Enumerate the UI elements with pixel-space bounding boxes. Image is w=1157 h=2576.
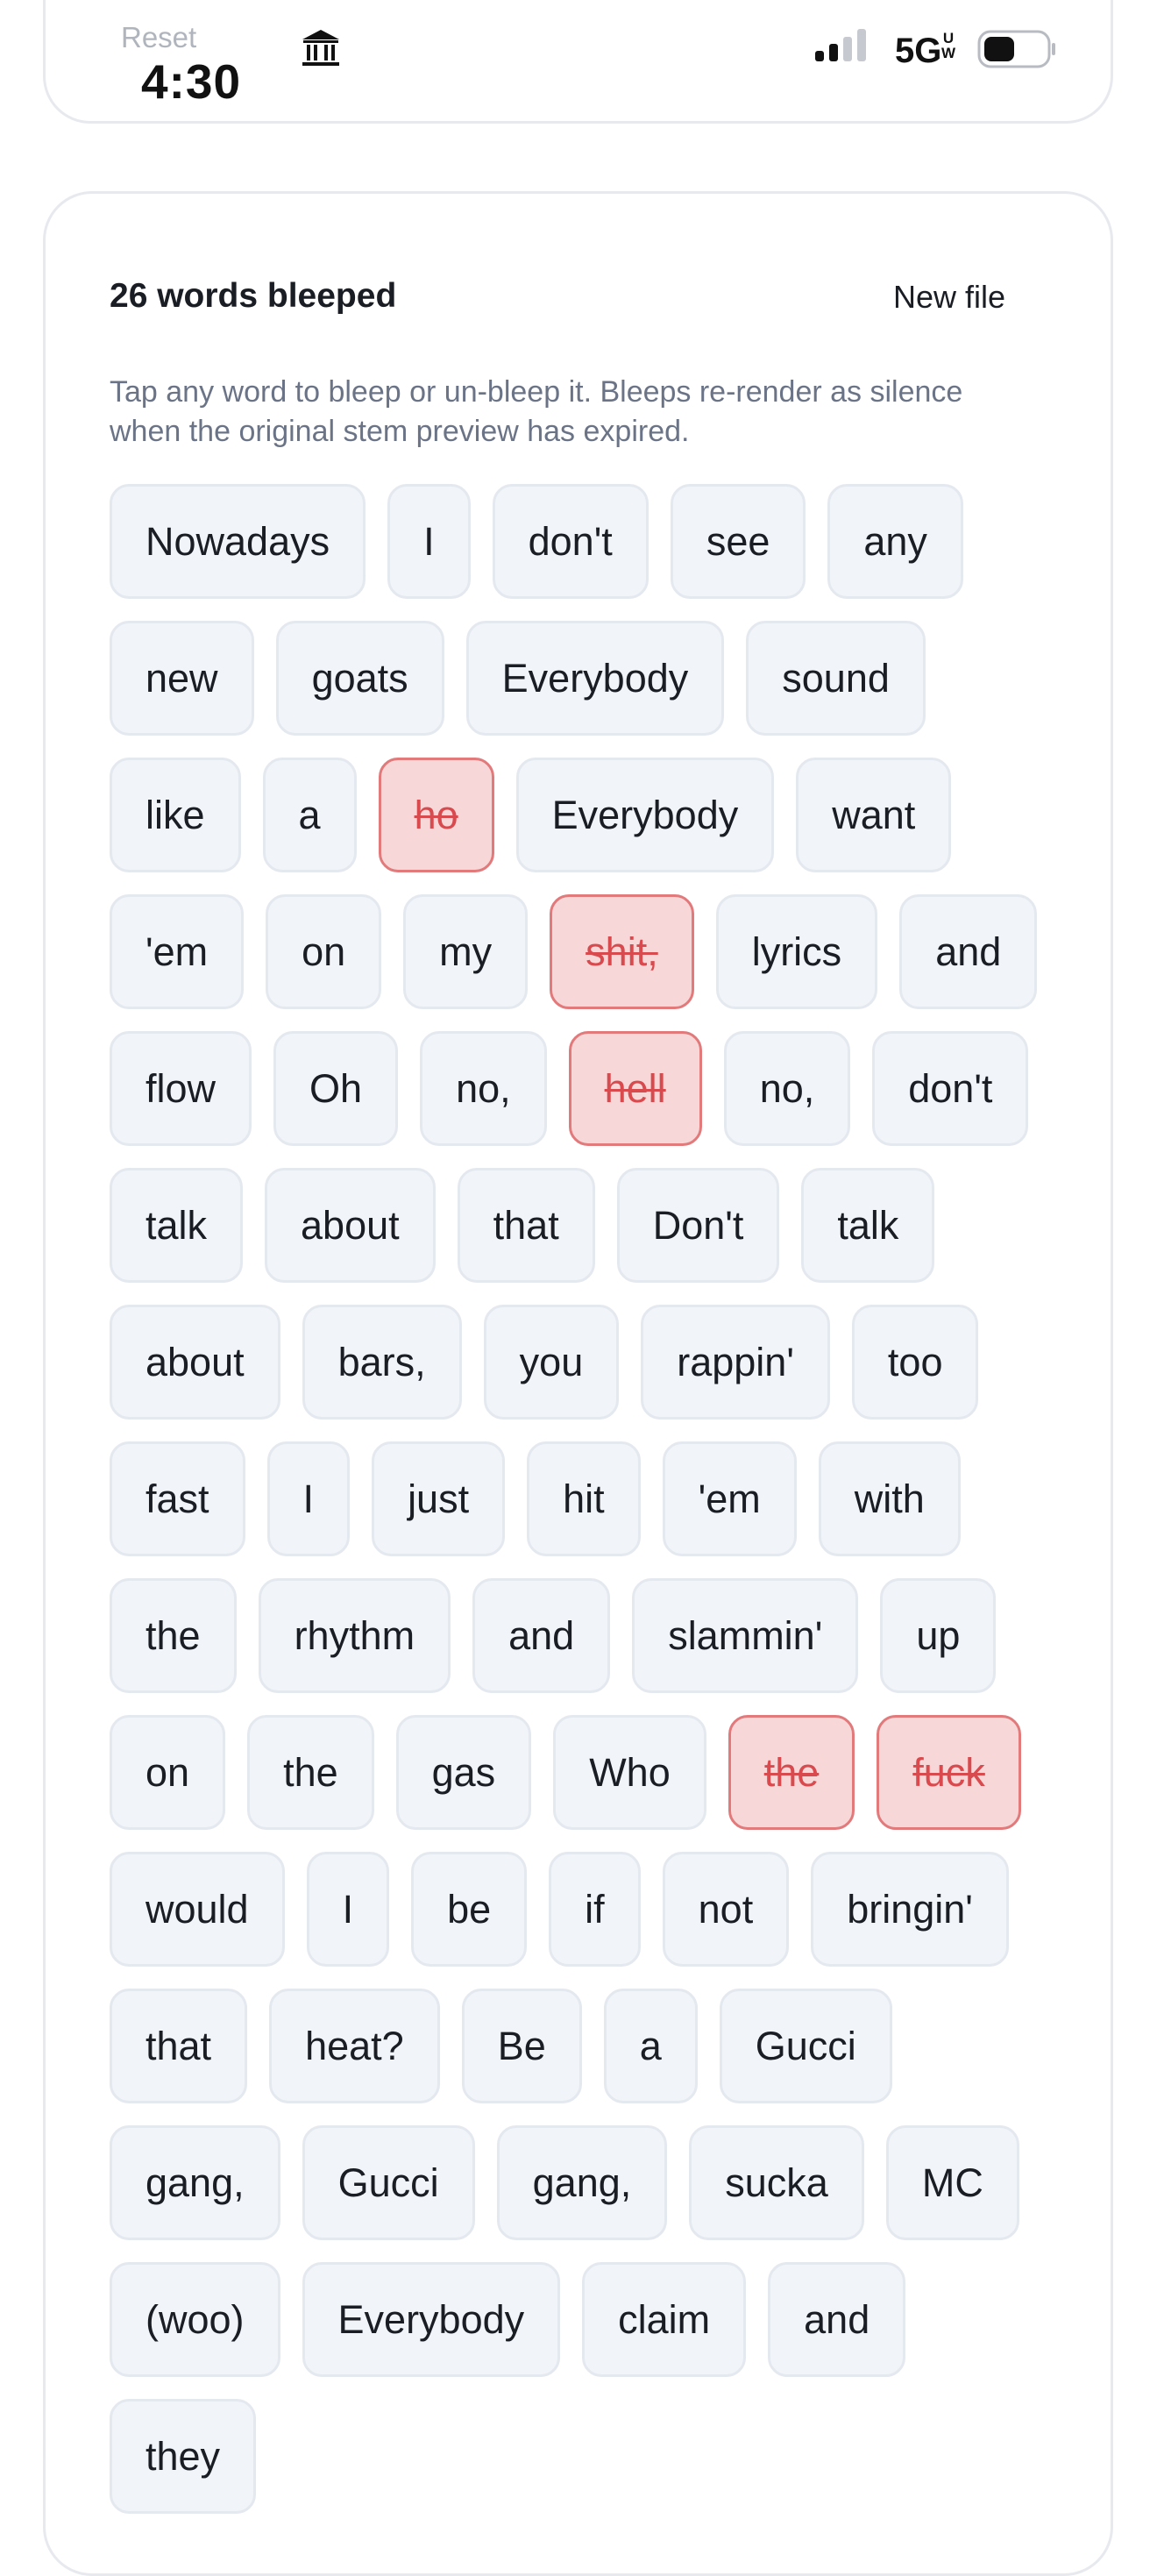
word-chip[interactable]: Who bbox=[553, 1715, 706, 1830]
word-chip[interactable]: see bbox=[670, 484, 806, 599]
word-chip[interactable]: MC bbox=[885, 2125, 1019, 2240]
word-chip[interactable]: want bbox=[796, 758, 952, 872]
word-chip[interactable]: any bbox=[827, 484, 963, 599]
word-chip[interactable]: too bbox=[851, 1305, 979, 1420]
word-chip[interactable]: Everybody bbox=[515, 758, 775, 872]
word-chip[interactable]: sound bbox=[746, 621, 926, 736]
word-chip[interactable]: claim bbox=[582, 2262, 747, 2377]
word-chip[interactable]: a bbox=[603, 1989, 698, 2103]
word-chip[interactable]: about bbox=[265, 1168, 436, 1283]
word-chip[interactable]: I bbox=[387, 484, 471, 599]
cellular-signal-icon bbox=[815, 29, 866, 61]
word-chip[interactable]: just bbox=[372, 1441, 506, 1556]
word-chip-bleeped[interactable]: fuck bbox=[877, 1715, 1021, 1830]
word-chip[interactable]: Everybody bbox=[302, 2262, 561, 2377]
reset-label[interactable]: Reset bbox=[121, 21, 196, 54]
word-chip-bleeped[interactable]: shit, bbox=[550, 894, 694, 1009]
word-chip[interactable]: Be bbox=[461, 1989, 582, 2103]
word-chip[interactable]: and bbox=[768, 2262, 906, 2377]
word-chip[interactable]: bringin' bbox=[811, 1852, 1009, 1967]
word-chip-bleeped[interactable]: the bbox=[728, 1715, 855, 1830]
word-chip[interactable]: about bbox=[110, 1305, 280, 1420]
new-file-button[interactable]: New file bbox=[893, 279, 1005, 316]
word-chip[interactable]: a bbox=[262, 758, 357, 872]
word-chip[interactable]: if bbox=[549, 1852, 641, 1967]
word-chip[interactable]: with bbox=[818, 1441, 961, 1556]
word-chip-bleeped[interactable]: hell bbox=[568, 1031, 702, 1146]
word-chip[interactable]: gang, bbox=[496, 2125, 668, 2240]
network-type-label: 5G bbox=[895, 32, 942, 70]
word-chip[interactable]: my bbox=[403, 894, 529, 1009]
word-chip[interactable]: that bbox=[457, 1168, 595, 1283]
word-chip[interactable]: bars, bbox=[302, 1305, 462, 1420]
network-badge-bottom: W bbox=[941, 45, 956, 61]
status-time: 4:30 bbox=[141, 54, 242, 109]
word-chip[interactable]: on bbox=[110, 1715, 226, 1830]
word-chip[interactable]: would bbox=[110, 1852, 285, 1967]
word-chip[interactable]: fast bbox=[110, 1441, 245, 1556]
bank-icon bbox=[302, 30, 339, 66]
status-bar: Reset 4:30 5G U W bbox=[43, 0, 1113, 124]
word-chip[interactable]: gang, bbox=[110, 2125, 280, 2240]
word-chip[interactable]: hit bbox=[527, 1441, 641, 1556]
word-chip[interactable]: be bbox=[411, 1852, 528, 1967]
word-chip[interactable]: that bbox=[110, 1989, 248, 2103]
word-chip[interactable]: on bbox=[266, 894, 382, 1009]
word-chip[interactable]: Oh bbox=[273, 1031, 399, 1146]
word-chip[interactable]: sucka bbox=[689, 2125, 864, 2240]
word-chip[interactable]: gas bbox=[395, 1715, 532, 1830]
word-chip[interactable]: you bbox=[483, 1305, 620, 1420]
word-chip[interactable]: flow bbox=[110, 1031, 252, 1146]
word-chip-bleeped[interactable]: ho bbox=[378, 758, 494, 872]
word-chip[interactable]: don't bbox=[492, 484, 649, 599]
bleep-editor-card: 26 words bleeped New file Tap any word t… bbox=[43, 191, 1113, 2576]
word-chip[interactable]: talk bbox=[801, 1168, 935, 1283]
word-chip[interactable]: Don't bbox=[616, 1168, 780, 1283]
word-chip[interactable]: Nowadays bbox=[110, 484, 366, 599]
word-chip[interactable]: no, bbox=[420, 1031, 547, 1146]
bleeped-count-title: 26 words bleeped bbox=[110, 277, 397, 315]
word-chip-list: Nowadays Idon't see any new goats Everybody sou… bbox=[110, 484, 1047, 2514]
word-chip[interactable]: and bbox=[472, 1578, 611, 1693]
word-chip[interactable]: no, bbox=[723, 1031, 851, 1146]
word-chip[interactable]: Everybody bbox=[465, 621, 725, 736]
word-chip[interactable]: heat? bbox=[269, 1989, 440, 2103]
help-text: Tap any word to bleep or un-bleep it. Bl… bbox=[110, 375, 963, 448]
word-chip[interactable]: not bbox=[662, 1852, 790, 1967]
word-chip[interactable]: talk bbox=[110, 1168, 244, 1283]
word-chip[interactable]: goats bbox=[275, 621, 444, 736]
word-chip[interactable]: Gucci bbox=[302, 2125, 475, 2240]
word-chip[interactable]: new bbox=[110, 621, 254, 736]
network-badge-top: U bbox=[942, 30, 955, 46]
word-chip[interactable]: I bbox=[306, 1852, 390, 1967]
word-chip[interactable]: they bbox=[110, 2399, 257, 2514]
word-chip[interactable]: up bbox=[880, 1578, 997, 1693]
word-chip[interactable]: and bbox=[899, 894, 1038, 1009]
word-chip[interactable]: rhythm bbox=[258, 1578, 451, 1693]
word-chip[interactable]: 'em bbox=[662, 1441, 797, 1556]
word-chip[interactable]: lyrics bbox=[715, 894, 878, 1009]
battery-icon bbox=[977, 30, 1055, 68]
word-chip[interactable]: don't bbox=[872, 1031, 1029, 1146]
word-chip[interactable]: Gucci bbox=[719, 1989, 892, 2103]
word-chip[interactable]: like bbox=[110, 758, 241, 872]
word-chip[interactable]: the bbox=[110, 1578, 237, 1693]
word-chip[interactable]: I bbox=[266, 1441, 351, 1556]
word-chip[interactable]: 'em bbox=[110, 894, 245, 1009]
word-chip[interactable]: rappin' bbox=[641, 1305, 830, 1420]
word-chip[interactable]: slammin' bbox=[632, 1578, 859, 1693]
network-badge: U W bbox=[941, 31, 955, 60]
word-chip[interactable]: (woo) bbox=[110, 2262, 280, 2377]
word-chip[interactable]: the bbox=[247, 1715, 374, 1830]
